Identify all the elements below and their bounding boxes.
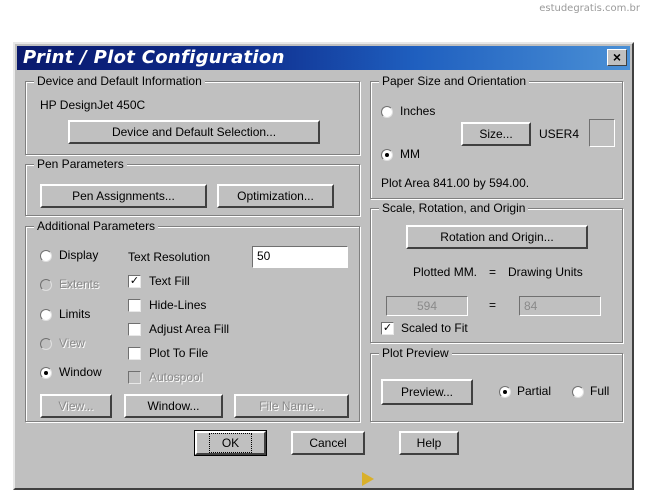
device-name: HP DesignJet 450C [40,98,146,112]
scale-group-legend: Scale, Rotation, and Origin [379,201,529,215]
close-button[interactable]: × [607,49,627,66]
radio-partial[interactable] [499,386,511,398]
device-group: Device and Default Information HP Design… [25,74,360,155]
check-hide-lines-label: Hide-Lines [149,298,207,312]
optimization-button-label: Optimization... [237,189,314,203]
title-bar[interactable]: Print / Plot Configuration × [17,46,630,70]
radio-mm[interactable] [381,149,393,161]
view-button-label: View... [58,399,94,413]
scale-group: Scale, Rotation, and Origin Rotation and… [370,201,623,343]
radio-view-label: View [59,336,85,350]
check-adjust-area-fill[interactable] [128,323,141,336]
optimization-button[interactable]: Optimization... [217,184,334,208]
check-hide-lines[interactable] [128,299,141,312]
help-button-label: Help [416,436,442,450]
cancel-button[interactable]: Cancel [291,431,365,455]
additional-group: Additional Parameters Display Extents Li… [25,219,360,422]
radio-limits-label: Limits [59,307,91,321]
equals-sign-fields: = [489,298,497,312]
additional-group-legend: Additional Parameters [34,219,159,233]
paper-orientation-preview [589,119,615,147]
plot-area-text: Plot Area 841.00 by 594.00. [381,176,530,190]
size-button[interactable]: Size... [461,122,531,146]
radio-window-label: Window [59,365,102,379]
device-selection-button[interactable]: Device and Default Selection... [68,120,320,144]
close-icon: × [612,49,622,65]
ok-button[interactable]: OK [194,430,267,456]
watermark-text: estudegratis.com.br [539,3,640,14]
check-scaled-to-fit-label: Scaled to Fit [401,321,468,335]
dialog-title: Print / Plot Configuration [23,47,285,68]
plotted-mm-label: Plotted MM. [413,265,478,279]
print-plot-dialog: Print / Plot Configuration × Device and … [13,42,634,490]
paper-size-name: USER4 [539,127,580,141]
size-button-label: Size... [479,127,513,141]
equals-sign: = [489,265,497,279]
pen-group-legend: Pen Parameters [34,157,127,171]
window-button-label: Window... [147,399,200,413]
radio-full[interactable] [572,386,584,398]
drawing-units-input[interactable]: 84 [519,296,601,316]
window-button[interactable]: Window... [124,394,223,418]
plotted-mm-input[interactable]: 594 [386,296,468,316]
preview-button-label: Preview... [400,385,454,399]
pen-assignments-button-label: Pen Assignments... [72,189,175,203]
cancel-button-label: Cancel [309,436,347,450]
view-button[interactable]: View... [40,394,112,418]
rotation-origin-button[interactable]: Rotation and Origin... [406,225,588,249]
radio-inches-label: Inches [400,104,436,118]
preview-group: Plot Preview Preview... Partial Full [370,346,623,422]
file-name-button-label: File Name... [259,399,324,413]
check-plot-to-file[interactable] [128,347,141,360]
check-autospool-label: Autospool [149,370,203,384]
radio-view[interactable] [40,338,52,350]
radio-display-label: Display [59,248,99,262]
mouse-cursor-icon [362,472,374,486]
radio-window[interactable] [40,367,52,379]
check-scaled-to-fit[interactable]: ✓ [381,322,394,335]
preview-group-legend: Plot Preview [379,346,452,360]
radio-mm-label: MM [400,147,420,161]
check-mark-icon: ✓ [382,322,393,334]
paper-group-legend: Paper Size and Orientation [379,74,530,88]
check-mark-icon: ✓ [129,275,140,287]
pen-assignments-button[interactable]: Pen Assignments... [40,184,207,208]
rotation-origin-button-label: Rotation and Origin... [440,230,554,244]
text-resolution-label: Text Resolution [128,250,211,264]
device-selection-button-label: Device and Default Selection... [111,125,277,139]
radio-extents-label: Extents [59,277,100,291]
radio-limits[interactable] [40,309,52,321]
check-text-fill[interactable]: ✓ [128,275,141,288]
text-resolution-input[interactable]: 50 [252,246,348,268]
radio-extents[interactable] [40,279,52,291]
radio-full-label: Full [590,384,610,398]
ok-button-label: OK [208,433,253,453]
preview-button[interactable]: Preview... [381,379,473,405]
radio-inches[interactable] [381,106,393,118]
check-autospool[interactable] [128,371,141,384]
file-name-button[interactable]: File Name... [234,394,349,418]
device-group-legend: Device and Default Information [34,74,205,88]
pen-group: Pen Parameters Pen Assignments... Optimi… [25,157,360,216]
paper-group: Paper Size and Orientation Inches Size..… [370,74,623,199]
radio-display[interactable] [40,250,52,262]
check-text-fill-label: Text Fill [149,274,190,288]
check-plot-to-file-label: Plot To File [149,346,209,360]
drawing-units-label: Drawing Units [508,265,583,279]
check-adjust-area-fill-label: Adjust Area Fill [149,322,230,336]
radio-partial-label: Partial [517,384,552,398]
help-button[interactable]: Help [399,431,459,455]
